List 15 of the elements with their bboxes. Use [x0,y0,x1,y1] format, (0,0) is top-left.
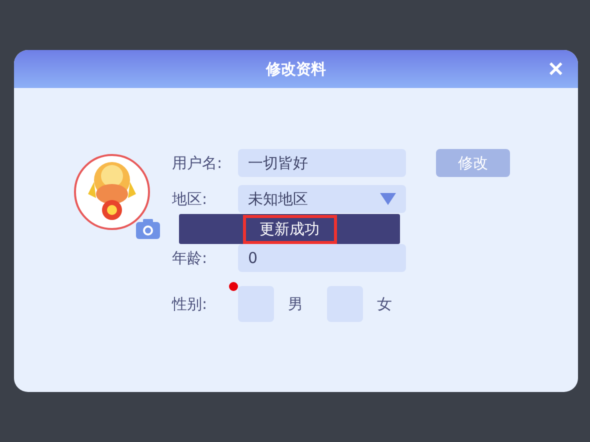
input-field[interactable]: 0 [238,244,406,272]
option-label: 女 [377,294,392,314]
toast-message: 更新成功 [242,214,336,244]
input-field[interactable]: 一切皆好 [238,149,406,177]
region-select[interactable]: 未知地区 [238,185,406,213]
caret-icon [380,193,396,205]
field-label: 年龄: [172,248,208,268]
dialog-title: 修改资料 [266,60,326,78]
camera-icon[interactable] [136,219,160,239]
option-label: 男 [288,294,303,314]
select-value: 未知地区 [248,190,308,208]
field-label: 地区: [172,190,208,208]
field-label: 性别: [172,294,208,314]
field-label: 用户名: [172,154,224,172]
gender-checkbox[interactable] [238,286,274,322]
